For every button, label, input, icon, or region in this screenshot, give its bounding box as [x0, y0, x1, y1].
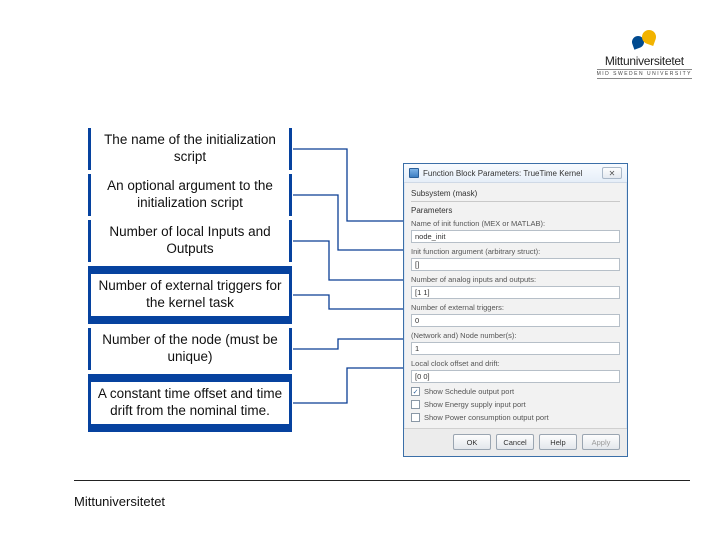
parameters-heading: Parameters [411, 206, 620, 215]
dialog-titlebar: Function Block Parameters: TrueTime Kern… [404, 164, 627, 183]
input-init-fn[interactable]: node_init [411, 230, 620, 243]
dialog-button-bar: OK Cancel Help Apply [404, 428, 627, 456]
callout-io-count: Number of local Inputs and Outputs [88, 220, 292, 262]
input-analog-io[interactable]: [1 1] [411, 286, 620, 299]
label-analog-io: Number of analog inputs and outputs: [411, 275, 620, 284]
checkbox-energy-row[interactable]: Show Energy supply input port [411, 400, 620, 409]
university-logo: Mittuniversitetet MID SWEDEN UNIVERSITY [597, 30, 692, 79]
input-node-num[interactable]: 1 [411, 342, 620, 355]
label-clock: Local clock offset and drift: [411, 359, 620, 368]
label-init-arg: Init function argument (arbitrary struct… [411, 247, 620, 256]
footer-text: Mittuniversitetet [74, 494, 165, 509]
subsystem-label: Subsystem (mask) [411, 189, 620, 198]
logo-mark-icon [630, 30, 658, 52]
logo-subtitle: MID SWEDEN UNIVERSITY [597, 69, 692, 79]
input-triggers[interactable]: 0 [411, 314, 620, 327]
checkbox-schedule[interactable]: ✓ [411, 387, 420, 396]
checkbox-power-label: Show Power consumption output port [424, 413, 549, 422]
cancel-button[interactable]: Cancel [496, 434, 534, 450]
callout-triggers: Number of external triggers for the kern… [88, 266, 292, 324]
label-triggers: Number of external triggers: [411, 303, 620, 312]
callout-column: The name of the initialization script An… [88, 128, 292, 432]
checkbox-power-row[interactable]: Show Power consumption output port [411, 413, 620, 422]
input-clock[interactable]: [0 0] [411, 370, 620, 383]
input-init-arg[interactable]: [] [411, 258, 620, 271]
footer-rule [74, 480, 690, 481]
dialog-icon [409, 168, 419, 178]
close-button[interactable]: ✕ [602, 167, 622, 179]
parameters-dialog: Function Block Parameters: TrueTime Kern… [403, 163, 628, 457]
checkbox-energy-label: Show Energy supply input port [424, 400, 526, 409]
callout-init-arg: An optional argument to the initializati… [88, 174, 292, 216]
label-node-num: (Network and) Node number(s): [411, 331, 620, 340]
checkbox-schedule-row[interactable]: ✓ Show Schedule output port [411, 387, 620, 396]
label-init-fn: Name of init function (MEX or MATLAB): [411, 219, 620, 228]
callout-init-name: The name of the initialization script [88, 128, 292, 170]
apply-button[interactable]: Apply [582, 434, 620, 450]
dialog-title: Function Block Parameters: TrueTime Kern… [423, 169, 582, 178]
callout-node-number: Number of the node (must be unique) [88, 328, 292, 370]
help-button[interactable]: Help [539, 434, 577, 450]
logo-name: Mittuniversitetet [597, 54, 692, 68]
ok-button[interactable]: OK [453, 434, 491, 450]
checkbox-energy[interactable] [411, 400, 420, 409]
checkbox-schedule-label: Show Schedule output port [424, 387, 514, 396]
callout-clock-drift: A constant time offset and time drift fr… [88, 374, 292, 432]
checkbox-power[interactable] [411, 413, 420, 422]
